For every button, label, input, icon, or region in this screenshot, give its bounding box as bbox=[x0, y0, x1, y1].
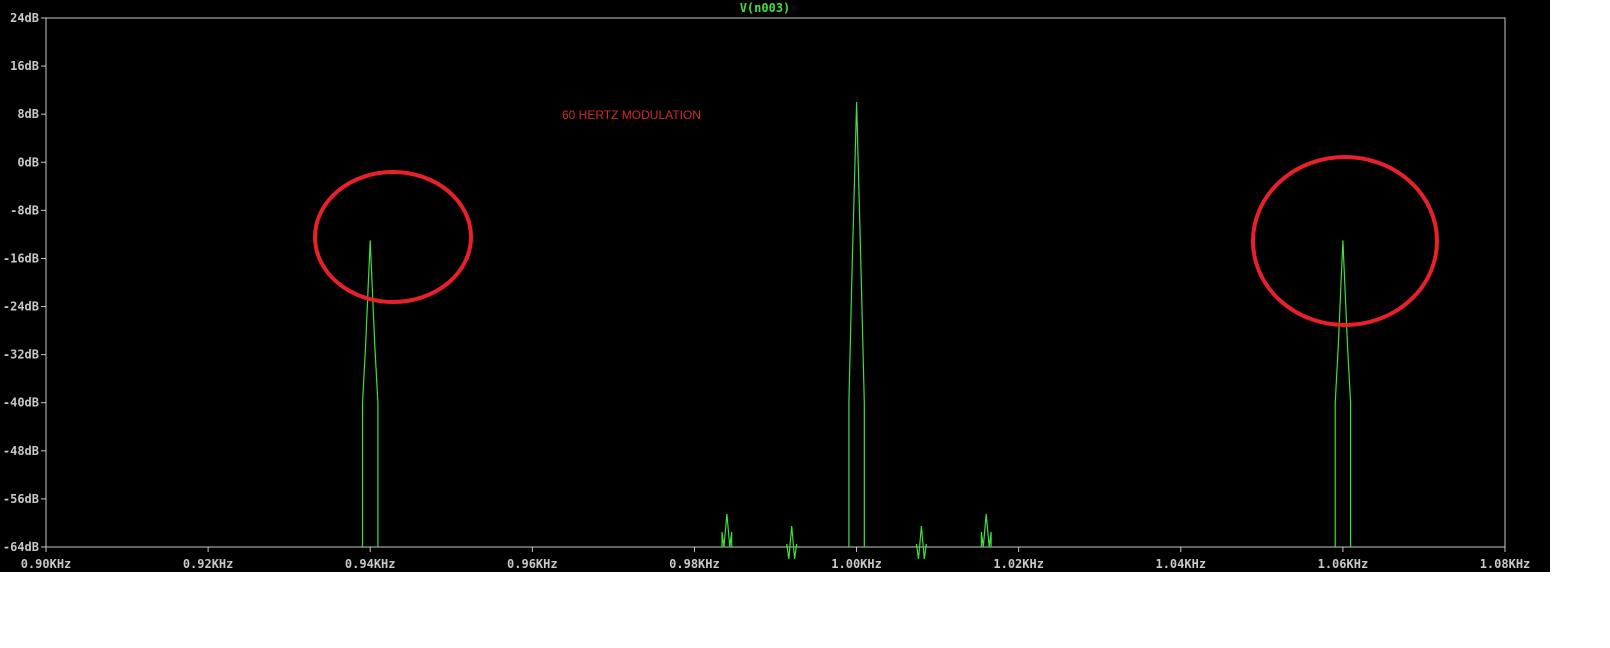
fft-chart: V(n003) 0.90KHz 0.92KHz 0.94KHz 0.96KHz 0.98… bbox=[3, 1, 1530, 571]
spectrum-peak bbox=[1334, 240, 1352, 547]
x-tick-label: 0.98KHz bbox=[669, 557, 720, 571]
y-tick-label: 8dB bbox=[17, 107, 39, 121]
y-tick-label: -48dB bbox=[3, 444, 39, 458]
y-tick-label: 0dB bbox=[17, 155, 39, 169]
annotation-text: 60 HERTZ MODULATION bbox=[562, 108, 701, 122]
y-tick-label: -56dB bbox=[3, 492, 39, 506]
y-tick-label: 16dB bbox=[10, 59, 39, 73]
x-tick-label: 1.00KHz bbox=[831, 557, 882, 571]
y-tick-label: -24dB bbox=[3, 300, 39, 314]
x-tick-label: 1.04KHz bbox=[1155, 557, 1206, 571]
plot-area: V(n003) 0.90KHz 0.92KHz 0.94KHz 0.96KHz 0.98… bbox=[0, 0, 1550, 572]
axes: 0.90KHz 0.92KHz 0.94KHz 0.96KHz 0.98KHz 1.00K… bbox=[3, 11, 1530, 571]
x-tick-label: 1.08KHz bbox=[1480, 557, 1531, 571]
x-tick-label: 0.92KHz bbox=[183, 557, 234, 571]
y-tick-label: -16dB bbox=[3, 251, 39, 265]
spectrum-peak bbox=[980, 513, 992, 548]
x-tick-label: 1.06KHz bbox=[1318, 557, 1369, 571]
y-tick-label: -32dB bbox=[3, 348, 39, 362]
y-tick-label: -8dB bbox=[10, 203, 39, 217]
spectrum-peak bbox=[361, 240, 379, 547]
spectrum-peak bbox=[915, 525, 927, 560]
y-tick-label: -64dB bbox=[3, 540, 39, 554]
plot-frame bbox=[45, 17, 1506, 548]
chart-title[interactable]: V(n003) bbox=[740, 1, 791, 15]
x-tick-label: 0.94KHz bbox=[345, 557, 396, 571]
spectrum-peak bbox=[721, 513, 733, 548]
annotation-circle-left bbox=[313, 170, 473, 304]
x-tick-label: 1.02KHz bbox=[993, 557, 1044, 571]
y-tick-label: 24dB bbox=[10, 11, 39, 25]
spectrum-peak bbox=[848, 102, 865, 547]
x-tick-label: 0.90KHz bbox=[21, 557, 72, 571]
x-tick-label: 0.96KHz bbox=[507, 557, 558, 571]
spectrum-peak bbox=[786, 525, 798, 560]
y-tick-label: -40dB bbox=[3, 396, 39, 410]
traces bbox=[361, 102, 1352, 560]
